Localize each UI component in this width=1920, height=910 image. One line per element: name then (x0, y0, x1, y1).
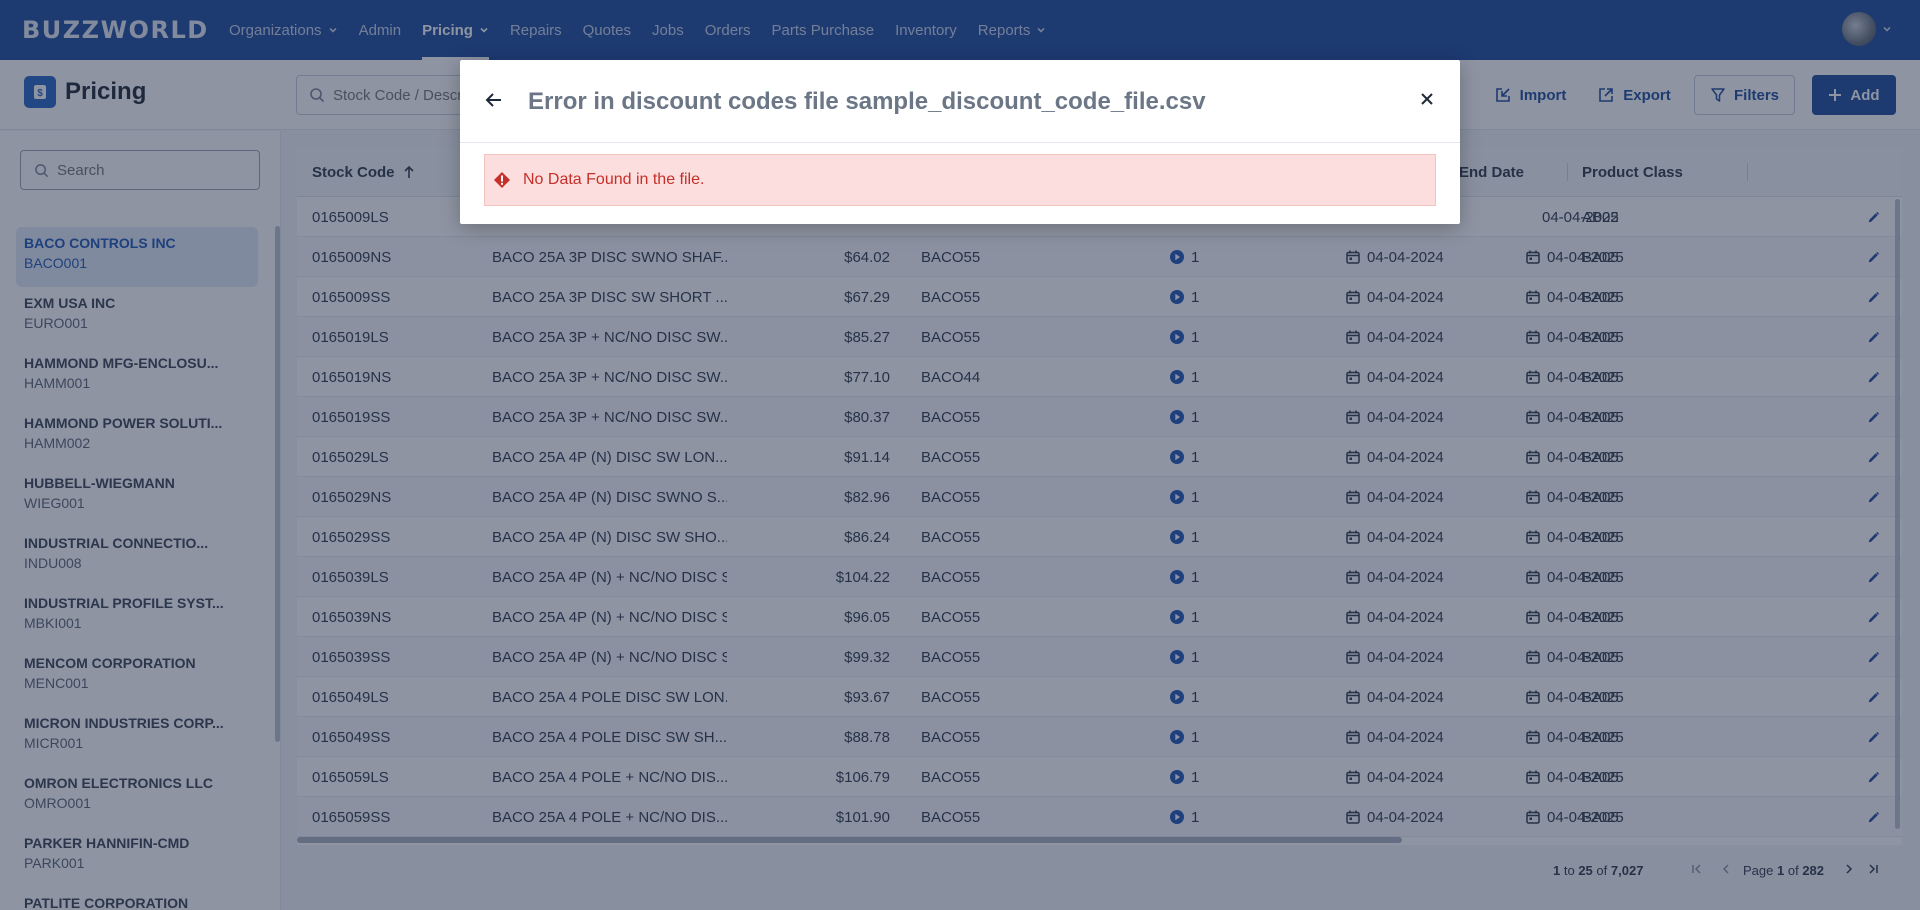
error-alert: No Data Found in the file. (484, 154, 1436, 206)
dialog-divider (460, 142, 1460, 143)
close-icon[interactable] (1418, 90, 1436, 108)
dialog-title: Error in discount codes file sample_disc… (528, 88, 1206, 115)
back-arrow-icon[interactable] (484, 90, 504, 110)
error-message: No Data Found in the file. (523, 171, 705, 188)
warning-icon (494, 172, 510, 188)
error-dialog: Error in discount codes file sample_disc… (460, 60, 1460, 224)
